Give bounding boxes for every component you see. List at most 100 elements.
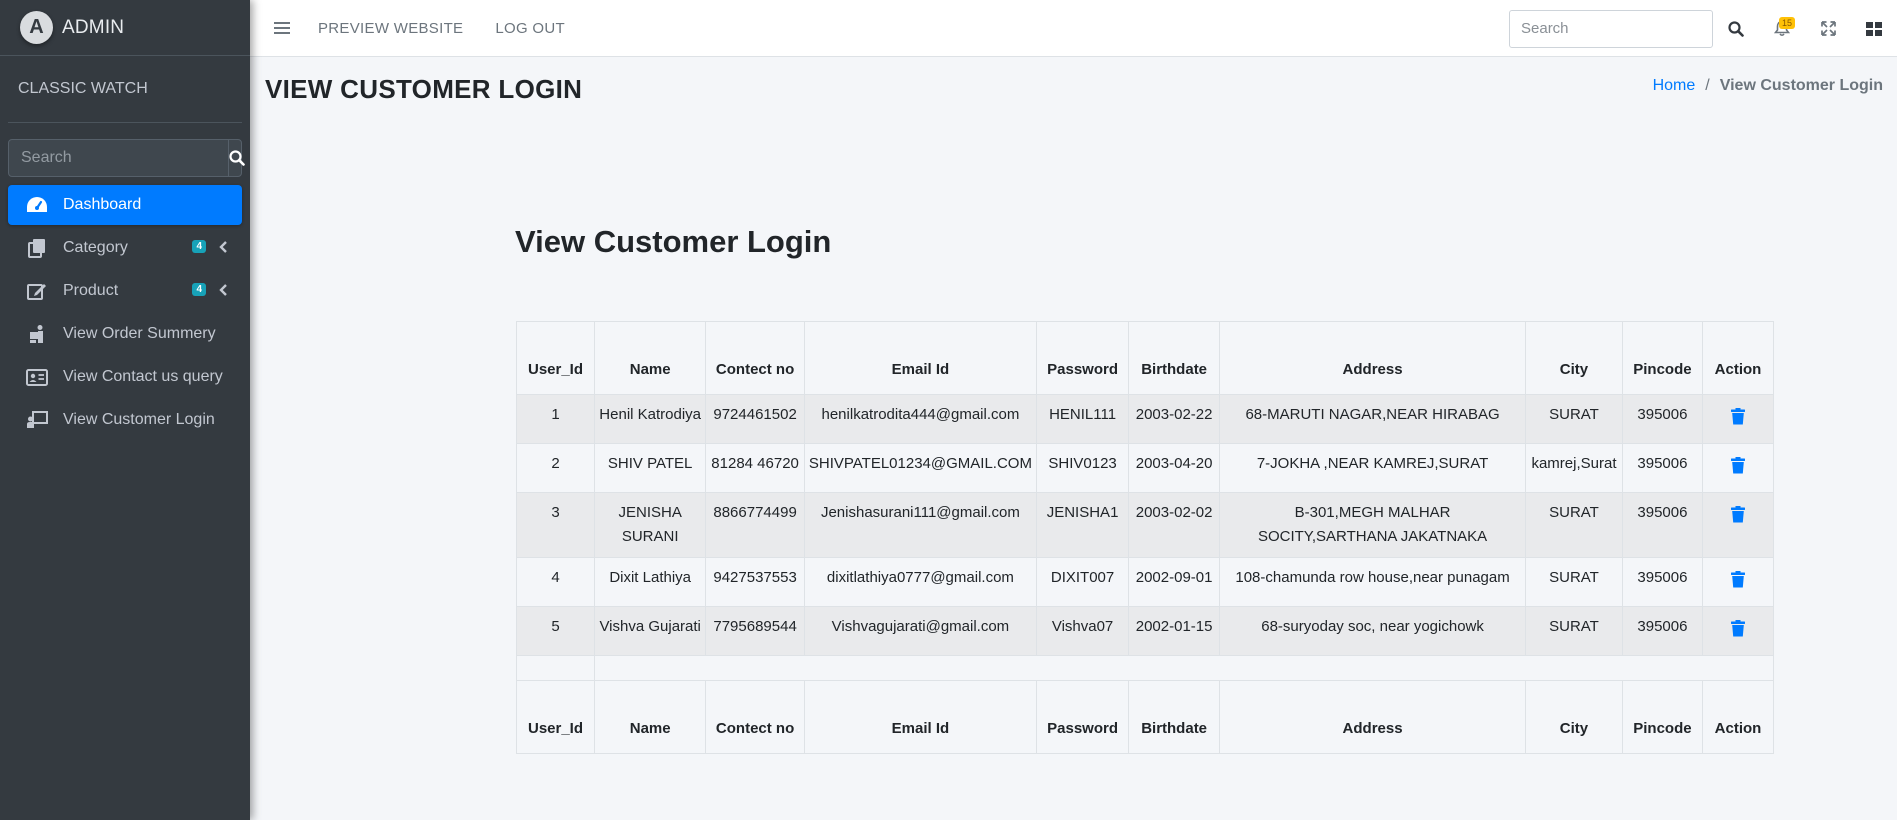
delete-button[interactable] — [1730, 620, 1745, 645]
notification-count-badge: 15 — [1778, 17, 1795, 29]
sidebar-item-contact-query[interactable]: View Contact us query — [8, 357, 242, 397]
table-cell: 2003-04-20 — [1128, 443, 1221, 493]
control-sidebar-button[interactable] — [1851, 0, 1897, 57]
brand-logo: A — [20, 11, 53, 44]
logout-link[interactable]: LOG OUT — [495, 20, 565, 37]
section-title: View Customer Login — [515, 224, 832, 259]
table-cell: dixitlathiya0777@gmail.com — [803, 557, 1037, 607]
sidebar-search-input[interactable] — [9, 140, 228, 176]
trash-icon — [1730, 408, 1745, 425]
table-cell: 108-chamunda row house,near punagam — [1219, 557, 1527, 607]
preview-website-link[interactable]: PREVIEW WEBSITE — [318, 20, 463, 37]
breadcrumb-current: View Customer Login — [1719, 77, 1883, 94]
user-panel[interactable]: CLASSIC WATCH — [8, 56, 242, 123]
column-header: Pincode — [1621, 321, 1703, 395]
trash-icon — [1730, 571, 1745, 588]
column-header: Name — [594, 680, 707, 754]
table-cell: 1 — [515, 394, 596, 444]
table-cell: SHIVPATEL01234@GMAIL.COM — [803, 443, 1037, 493]
id-card-icon — [26, 367, 48, 387]
action-cell — [1701, 557, 1775, 607]
table-cell: JENISHA SURANI — [594, 492, 707, 558]
table-body: 1 Henil Katrodiya 9724461502 henilkatrodita… — [515, 394, 1775, 656]
chevron-left-icon — [218, 240, 228, 259]
breadcrumb-home-link[interactable]: Home — [1653, 77, 1696, 95]
sidebar-search — [8, 139, 245, 177]
menu-toggle-button[interactable] — [262, 21, 302, 35]
table-cell: 2002-09-01 — [1128, 557, 1221, 607]
table-row: 3 JENISHA SURANI 8866774499 Jenishasurani11… — [515, 492, 1775, 558]
table-cell: Vishva07 — [1035, 606, 1130, 656]
table-cell: 395006 — [1621, 557, 1703, 607]
table-cell: 4 — [515, 557, 596, 607]
table-row: 4 Dixit Lathiya 9427537553 dixitlathiya0777… — [515, 557, 1775, 607]
sidebar-item-label: View Contact us query — [63, 368, 223, 385]
table-cell: 8866774499 — [705, 492, 805, 558]
people-carry-icon — [26, 324, 48, 344]
delete-button[interactable] — [1730, 571, 1745, 596]
delete-button[interactable] — [1730, 457, 1745, 482]
table-footer: User_Id Name Contect no Email Id Password Bir… — [515, 655, 1775, 754]
sidebar-item-label: Category — [63, 239, 128, 256]
product-count-badge: 4 — [192, 283, 206, 296]
tachometer-icon — [26, 195, 48, 215]
table-cell: 395006 — [1621, 606, 1703, 656]
delete-button[interactable] — [1730, 506, 1745, 531]
brand-link[interactable]: A ADMIN — [0, 0, 250, 56]
table-cell: Jenishasurani111@gmail.com — [803, 492, 1037, 558]
table-cell: Vishvagujarati@gmail.com — [803, 606, 1037, 656]
table-cell: 7-JOKHA ,NEAR KAMREJ,SURAT — [1219, 443, 1527, 493]
delete-button[interactable] — [1730, 408, 1745, 433]
table-cell: SURAT — [1525, 394, 1623, 444]
table-cell: Vishva Gujarati — [594, 606, 707, 656]
column-header: Address — [1219, 680, 1527, 754]
table-cell: SURAT — [1525, 606, 1623, 656]
column-header: Password — [1035, 321, 1130, 395]
sidebar-item-label: View Customer Login — [63, 411, 215, 428]
table-cell: Dixit Lathiya — [594, 557, 707, 607]
content-header: VIEW CUSTOMER LOGIN Home / View Customer… — [250, 57, 1897, 117]
sidebar-item-dashboard[interactable]: Dashboard — [8, 185, 242, 225]
column-header: Contect no — [705, 680, 805, 754]
grid-icon — [1866, 21, 1882, 36]
navbar-search-input[interactable] — [1509, 9, 1713, 48]
table-cell: 395006 — [1621, 394, 1703, 444]
table-cell: JENISHA1 — [1035, 492, 1130, 558]
edit-icon — [26, 281, 48, 301]
user-name[interactable]: CLASSIC WATCH — [18, 80, 148, 98]
column-header: User_Id — [515, 321, 596, 395]
action-cell — [1701, 394, 1775, 444]
column-header: Address — [1219, 321, 1527, 395]
table-cell: 68-suryoday soc, near yogichowk — [1219, 606, 1527, 656]
column-header: User_Id — [515, 680, 596, 754]
spacer-cell — [515, 655, 596, 681]
table-cell: 395006 — [1621, 443, 1703, 493]
fullscreen-button[interactable] — [1805, 0, 1851, 57]
table-cell: 9724461502 — [705, 394, 805, 444]
notifications-button[interactable]: 15 — [1759, 0, 1805, 57]
column-header: Contect no — [705, 321, 805, 395]
table-cell: SURAT — [1525, 492, 1623, 558]
sidebar-nav: Dashboard Category 4 Product 4 View Orde… — [8, 185, 242, 440]
navbar-search-button[interactable] — [1713, 0, 1759, 57]
hamburger-icon — [274, 22, 290, 34]
sidebar-item-product[interactable]: Product 4 — [8, 271, 242, 311]
sidebar-item-order-summery[interactable]: View Order Summery — [8, 314, 242, 354]
table-row: 5 Vishva Gujarati 7795689544 Vishvagujarati… — [515, 606, 1775, 656]
sidebar-search-button[interactable] — [228, 140, 245, 176]
column-header: Action — [1701, 321, 1775, 395]
chalkboard-teacher-icon — [26, 410, 48, 430]
search-icon — [229, 150, 245, 166]
trash-icon — [1730, 506, 1745, 523]
breadcrumb: Home / View Customer Login — [1653, 77, 1883, 95]
navbar-right: 15 — [1509, 0, 1897, 57]
table-cell: 9427537553 — [705, 557, 805, 607]
table-row: 1 Henil Katrodiya 9724461502 henilkatrodita… — [515, 394, 1775, 444]
sidebar-item-category[interactable]: Category 4 — [8, 228, 242, 268]
table-cell: 2 — [515, 443, 596, 493]
sidebar-item-customer-login[interactable]: View Customer Login — [8, 400, 242, 440]
category-count-badge: 4 — [192, 240, 206, 253]
column-header: City — [1525, 321, 1623, 395]
table-cell: DIXIT007 — [1035, 557, 1130, 607]
column-header: Pincode — [1621, 680, 1703, 754]
